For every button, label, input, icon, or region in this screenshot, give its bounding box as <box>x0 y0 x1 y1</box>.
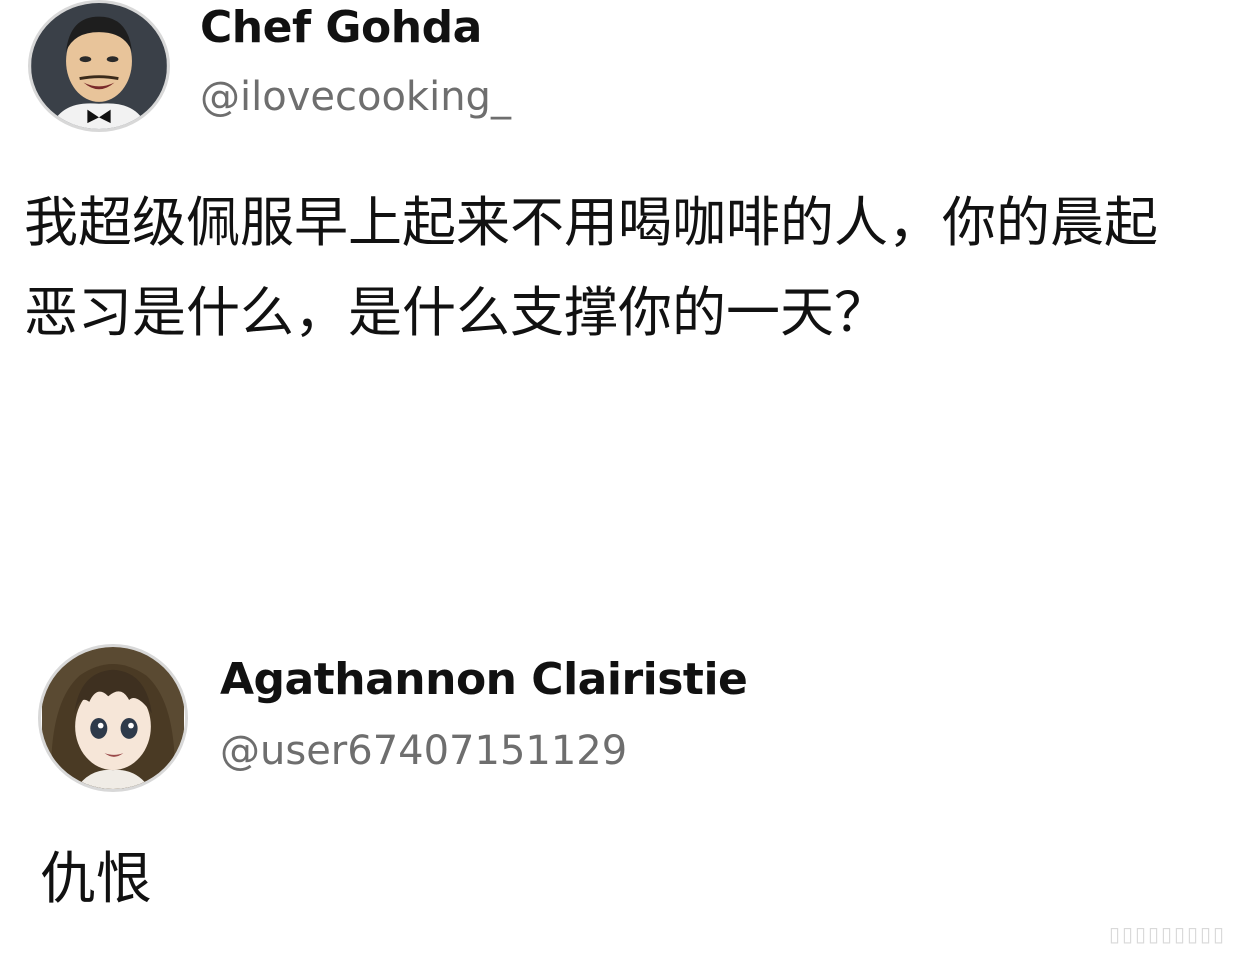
author-display-name[interactable]: Chef Gohda <box>200 2 482 54</box>
watermark: ▯▯▯▯▯▯▯▯▯ <box>1108 922 1226 946</box>
post-agathannon-clairistie: Agathannon Clairistie @user67407151129 仇… <box>0 620 1236 960</box>
author-handle[interactable]: @ilovecooking_ <box>200 72 511 122</box>
post-chef-gohda: Chef Gohda @ilovecooking_ 我超级佩服早上起来不用喝咖啡… <box>0 0 1236 620</box>
author-display-name[interactable]: Agathannon Clairistie <box>220 654 748 706</box>
anime-girl-avatar-icon[interactable] <box>38 644 188 792</box>
post-text: 仇恨 <box>40 847 152 912</box>
post-text: 我超级佩服早上起来不用喝咖啡的人，你的晨起恶习是什么，是什么支撑你的一天？ <box>24 191 1158 344</box>
author-handle[interactable]: @user67407151129 <box>220 726 627 776</box>
chef-avatar-icon[interactable] <box>28 0 170 132</box>
